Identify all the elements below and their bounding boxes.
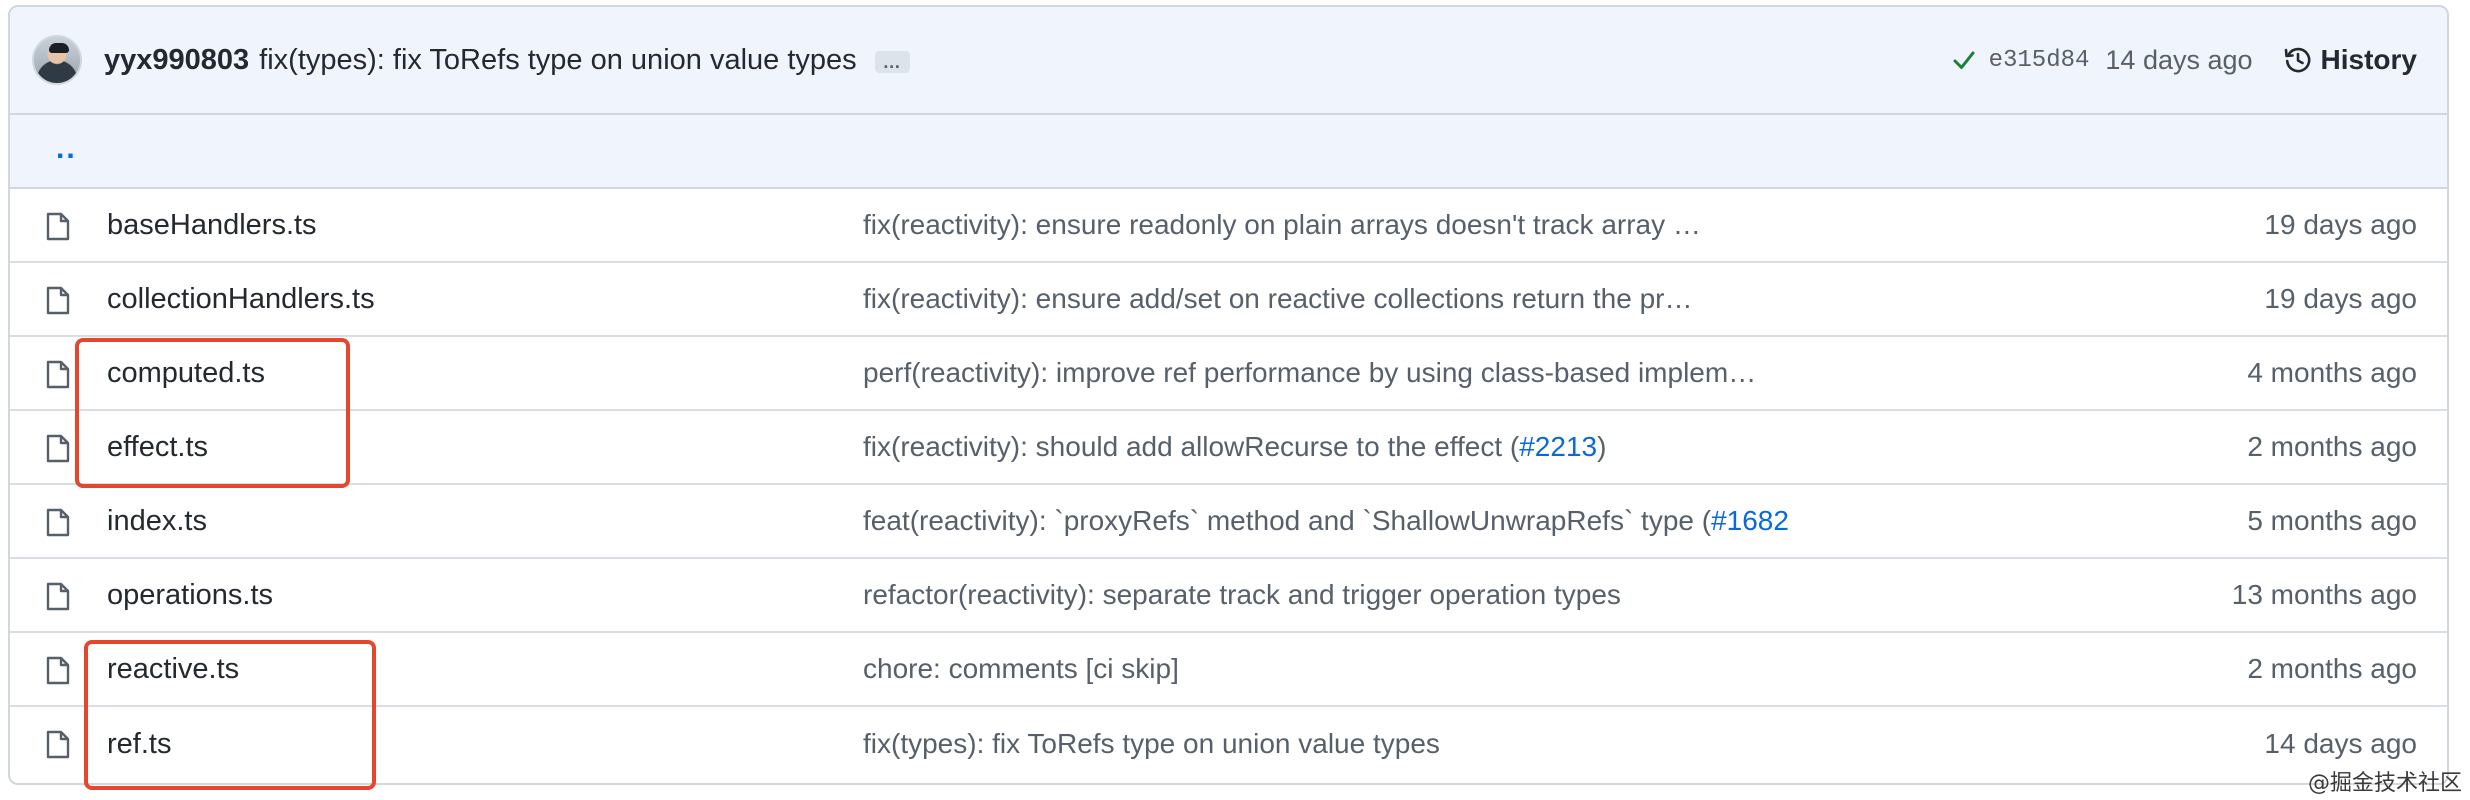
issue-link[interactable]: #1682 — [1711, 505, 1789, 536]
commit-message[interactable]: fix(types): fix ToRefs type on union val… — [259, 44, 857, 77]
file-row[interactable]: collectionHandlers.ts fix(reactivity): e… — [10, 263, 2447, 337]
author-avatar[interactable] — [32, 35, 82, 85]
commit-age: 14 days ago — [2105, 44, 2253, 75]
file-name-link[interactable]: baseHandlers.ts — [107, 209, 317, 242]
file-commit-message[interactable]: perf(reactivity): improve ref performanc… — [863, 357, 1756, 389]
commit-author[interactable]: yyx990803 — [104, 44, 249, 77]
file-name-link[interactable]: ref.ts — [107, 728, 171, 761]
file-commit-text[interactable]: fix(reactivity): ensure readonly on plai… — [863, 209, 1701, 240]
parent-directory-link[interactable]: .. — [56, 132, 77, 166]
watermark: @掘金技术社区 — [2307, 771, 2462, 796]
expand-commit-message-button[interactable]: … — [874, 51, 910, 73]
file-row[interactable]: computed.ts perf(reactivity): improve re… — [10, 337, 2447, 411]
file-commit-text[interactable]: fix(reactivity): ensure add/set on react… — [863, 283, 1692, 314]
file-icon — [46, 360, 70, 389]
check-icon[interactable] — [1953, 47, 1975, 73]
file-icon — [46, 434, 70, 463]
file-name-link[interactable]: operations.ts — [107, 579, 273, 612]
file-age: 5 months ago — [2247, 505, 2417, 536]
file-row[interactable]: index.ts feat(reactivity): `proxyRefs` m… — [10, 485, 2447, 559]
issue-link[interactable]: #2213 — [1519, 431, 1597, 462]
file-commit-message[interactable]: fix(types): fix ToRefs type on union val… — [863, 728, 1440, 760]
file-age: 2 months ago — [2247, 653, 2417, 684]
file-row[interactable]: baseHandlers.ts fix(reactivity): ensure … — [10, 189, 2447, 263]
history-label: History — [2320, 44, 2417, 75]
file-age: 19 days ago — [2264, 283, 2417, 314]
file-icon — [46, 212, 70, 241]
file-age: 14 days ago — [2264, 728, 2417, 759]
file-age: 19 days ago — [2264, 209, 2417, 240]
file-name-link[interactable]: reactive.ts — [107, 653, 239, 686]
file-commit-suffix: ) — [1597, 431, 1607, 462]
file-icon — [46, 582, 70, 611]
file-row[interactable]: ref.ts fix(types): fix ToRefs type on un… — [10, 707, 2447, 781]
history-clock-icon — [2284, 47, 2310, 73]
file-age: 2 months ago — [2247, 431, 2417, 462]
file-name-link[interactable]: index.ts — [107, 505, 207, 538]
file-browser: yyx990803 fix(types): fix ToRefs type on… — [8, 5, 2449, 785]
file-icon — [46, 286, 70, 315]
file-commit-text[interactable]: fix(reactivity): should add allowRecurse… — [863, 431, 1519, 462]
file-icon — [46, 730, 70, 759]
file-commit-text[interactable]: feat(reactivity): `proxyRefs` method and… — [863, 505, 1711, 536]
file-commit-text[interactable]: chore: comments [ci skip] — [863, 653, 1179, 684]
file-row[interactable]: effect.ts fix(reactivity): should add al… — [10, 411, 2447, 485]
parent-directory-row[interactable]: .. — [10, 115, 2447, 189]
latest-commit-bar: yyx990803 fix(types): fix ToRefs type on… — [10, 7, 2447, 115]
file-row[interactable]: reactive.ts chore: comments [ci skip] 2 … — [10, 633, 2447, 707]
file-age: 13 months ago — [2231, 579, 2417, 610]
file-commit-message[interactable]: chore: comments [ci skip] — [863, 653, 1179, 685]
file-icon — [46, 656, 70, 685]
file-commit-message[interactable]: feat(reactivity): `proxyRefs` method and… — [863, 505, 1789, 537]
commit-sha-link[interactable]: e315d84 — [1989, 47, 2090, 74]
file-commit-message[interactable]: fix(reactivity): ensure add/set on react… — [863, 283, 1692, 315]
file-commit-message[interactable]: fix(reactivity): should add allowRecurse… — [863, 431, 1606, 463]
file-commit-text[interactable]: perf(reactivity): improve ref performanc… — [863, 357, 1756, 388]
file-icon — [46, 508, 70, 537]
file-commit-text[interactable]: fix(types): fix ToRefs type on union val… — [863, 728, 1440, 759]
file-name-link[interactable]: computed.ts — [107, 357, 265, 390]
file-row[interactable]: operations.ts refactor(reactivity): sepa… — [10, 559, 2447, 633]
history-button[interactable]: History — [2283, 44, 2417, 76]
file-commit-message[interactable]: refactor(reactivity): separate track and… — [863, 579, 1621, 611]
file-commit-text[interactable]: refactor(reactivity): separate track and… — [863, 579, 1621, 610]
file-commit-message[interactable]: fix(reactivity): ensure readonly on plai… — [863, 209, 1701, 241]
file-name-link[interactable]: effect.ts — [107, 431, 208, 464]
file-name-link[interactable]: collectionHandlers.ts — [107, 283, 375, 316]
file-age: 4 months ago — [2247, 357, 2417, 388]
